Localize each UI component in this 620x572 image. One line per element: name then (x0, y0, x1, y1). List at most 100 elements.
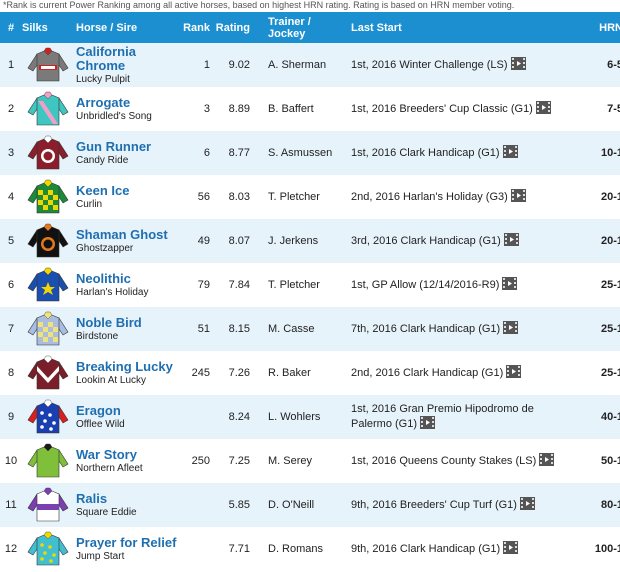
horse-name-link[interactable]: Gun Runner (76, 139, 180, 154)
trainer-name: R. Baker (268, 367, 311, 379)
horse-name-link[interactable]: California Chrome (76, 44, 180, 73)
sire-name: Curlin (76, 198, 103, 210)
race-video-icon[interactable] (503, 541, 519, 557)
table-row: 1 California Chrome Lucky Pulpit 1 9.02 … (0, 43, 620, 87)
trainer-name: T. Pletcher (268, 279, 320, 291)
table-row: 7 Noble Bird Birdstone 51 8.15 M. Casse … (0, 307, 620, 351)
col-header-last-start: Last Start (351, 21, 402, 34)
row-number: 10 (4, 455, 18, 467)
trainer-name: J. Jerkens (268, 235, 319, 247)
table-row: 2 Arrogate Unbridled's Song 3 8.89 B. Ba… (0, 87, 620, 131)
trainer-name: D. O'Neill (268, 499, 315, 511)
row-number: 5 (7, 235, 15, 247)
table-row: 3 Gun Runner Candy Ride 6 8.77 S. Asmuss… (0, 131, 620, 175)
race-video-icon[interactable] (519, 497, 535, 513)
rank-value (180, 527, 210, 571)
rating-value: 7.71 (228, 543, 250, 555)
horse-name-link[interactable]: Keen Ice (76, 183, 180, 198)
row-number: 3 (7, 147, 15, 159)
rating-value: 8.15 (228, 323, 250, 335)
jockey-silks-icon (26, 264, 76, 307)
ranking-footnote: *Rank is current Power Ranking among all… (3, 0, 515, 10)
rating-value: 8.77 (228, 147, 250, 159)
rank-value: 250 (191, 455, 210, 467)
horse-name-link[interactable]: Noble Bird (76, 315, 180, 330)
race-video-icon[interactable] (420, 415, 436, 432)
hrn-odds: 50-1 (600, 455, 620, 467)
row-number: 9 (7, 411, 15, 423)
table-row: 10 War Story Northern Afleet 250 7.25 M.… (0, 439, 620, 483)
hrn-odds: 25-1 (600, 367, 620, 379)
horse-name-link[interactable]: Arrogate (76, 95, 180, 110)
horse-name-link[interactable]: Shaman Ghost (76, 227, 180, 242)
horse-name-link[interactable]: Neolithic (76, 271, 180, 286)
horse-name-link[interactable]: Ralis (76, 491, 180, 506)
col-header-horse-sire: Horse / Sire (76, 21, 138, 34)
sire-name: Square Eddie (76, 506, 137, 518)
table-row: 4 Keen Ice Curlin 56 8.03 T. Pletcher 2n… (0, 175, 620, 219)
trainer-name: M. Serey (268, 455, 313, 467)
sire-name: Ghostzapper (76, 242, 134, 254)
jockey-silks-icon (26, 44, 76, 87)
sire-name: Jump Start (76, 550, 125, 562)
sire-name: Harlan's Holiday (76, 286, 149, 298)
col-header-trainer-jockey: Trainer / Jockey (254, 12, 351, 43)
trainer-name: D. Romans (268, 543, 324, 555)
col-header-jockey: Jockey (268, 27, 306, 40)
rank-value: 245 (191, 367, 210, 379)
rating-value: 5.85 (228, 499, 250, 511)
hrn-odds: 20-1 (600, 191, 620, 203)
jockey-silks-icon (26, 176, 76, 219)
table-row: 12 Prayer for Relief Jump Start 7.71 D. … (0, 527, 620, 571)
row-number: 1 (7, 59, 15, 71)
rank-value: 51 (197, 323, 210, 335)
horse-name-link[interactable]: Eragon (76, 403, 180, 418)
sire-name: Birdstone (76, 330, 119, 342)
rating-value: 8.24 (228, 411, 250, 423)
hrn-odds: 25-1 (600, 323, 620, 335)
sire-name: Northern Afleet (76, 462, 143, 474)
sire-name: Lookin At Lucky (76, 374, 147, 386)
jockey-silks-icon (26, 440, 76, 483)
last-start-text: 1st, 2016 Breeders' Cup Classic (G1) (351, 102, 533, 115)
row-number: 4 (7, 191, 15, 203)
hrn-odds: 25-1 (600, 279, 620, 291)
col-header-silks: Silks (22, 21, 48, 34)
rank-value (180, 483, 210, 527)
last-start-text: 2nd, 2016 Harlan's Holiday (G3) (351, 190, 508, 203)
race-video-icon[interactable] (535, 101, 551, 117)
last-start-text: 1st, GP Allow (12/14/2016-R9) (351, 278, 500, 291)
horse-name-link[interactable]: Breaking Lucky (76, 359, 180, 374)
hrn-odds: 40-1 (600, 411, 620, 423)
race-video-icon[interactable] (506, 365, 522, 381)
rank-value: 56 (197, 191, 210, 203)
last-start-text: 1st, 2016 Queens County Stakes (LS) (351, 454, 537, 467)
race-video-icon[interactable] (510, 189, 526, 205)
race-video-icon[interactable] (502, 277, 518, 293)
sire-name: Unbridled's Song (76, 110, 152, 122)
rating-value: 7.26 (228, 367, 250, 379)
trainer-name: L. Wohlers (268, 411, 321, 423)
race-video-icon[interactable] (503, 233, 519, 249)
contenders-table: # Silks Horse / Sire Rank Rating Trainer… (0, 12, 620, 571)
rank-value: 79 (197, 279, 210, 291)
race-video-icon[interactable] (510, 57, 526, 73)
hrn-odds: 7-5 (607, 103, 620, 115)
race-video-icon[interactable] (503, 321, 519, 337)
horse-name-link[interactable]: War Story (76, 447, 180, 462)
horse-name-link[interactable]: Prayer for Relief (76, 535, 180, 550)
jockey-silks-icon (26, 484, 76, 527)
row-number: 2 (7, 103, 15, 115)
trainer-name: S. Asmussen (268, 147, 333, 159)
col-header-rating: Rating (215, 21, 250, 34)
rating-value: 7.84 (228, 279, 250, 291)
rank-value: 1 (203, 59, 210, 71)
hrn-odds: 10-1 (600, 147, 620, 159)
jockey-silks-icon (26, 396, 76, 439)
race-video-icon[interactable] (502, 145, 518, 161)
last-start-text: 1st, 2016 Gran Premio Hipodromo de Paler… (351, 402, 534, 430)
last-start-text: 1st, 2016 Clark Handicap (G1) (351, 146, 500, 159)
col-header-hrn: HRN (599, 21, 620, 34)
race-video-icon[interactable] (539, 453, 555, 469)
row-number: 12 (4, 543, 18, 555)
